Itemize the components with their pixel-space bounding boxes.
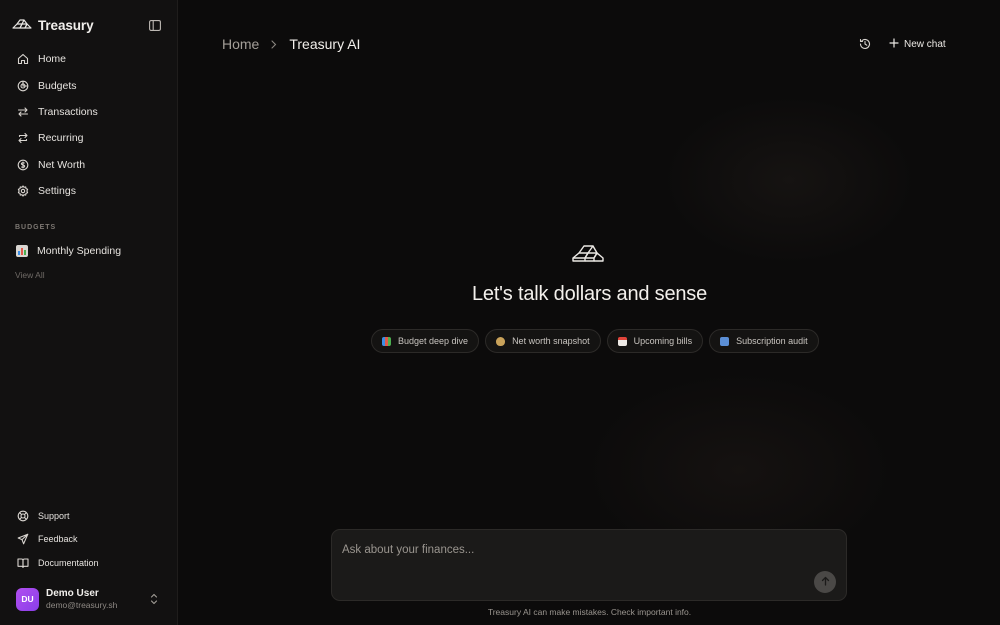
budget-item-label: Monthly Spending <box>37 245 122 257</box>
chip-label: Budget deep dive <box>398 336 469 346</box>
user-menu[interactable]: DU Demo User demo@treasury.sh <box>10 584 168 614</box>
user-email: demo@treasury.sh <box>46 600 118 610</box>
chat-composer <box>331 529 847 601</box>
nav-item-label: Documentation <box>38 557 99 568</box>
nav-item-documentation[interactable]: Documentation <box>10 551 168 575</box>
user-name: Demo User <box>46 588 99 599</box>
chip-budget-deep-dive[interactable]: Budget deep dive <box>371 329 480 353</box>
new-chat-button[interactable]: New chat <box>889 36 946 52</box>
sidebar: Treasury Home Budgets Transactions Recur… <box>0 0 178 625</box>
gear-icon <box>16 184 30 198</box>
chip-subscription-audit[interactable]: Subscription audit <box>709 329 819 353</box>
budgets-section-label: BUDGETS <box>15 224 57 231</box>
plus-icon <box>889 37 899 51</box>
disclaimer: Treasury AI can make mistakes. Check imp… <box>487 607 692 617</box>
nav-item-recurring[interactable]: Recurring <box>10 125 168 151</box>
repeat-icon <box>16 131 30 145</box>
arrow-up-icon <box>821 573 830 591</box>
brand-name: Treasury <box>38 17 94 33</box>
suggestion-chips: Budget deep dive Net worth snapshot Upco… <box>371 329 819 353</box>
view-all-link[interactable]: View All <box>15 270 45 280</box>
chevron-up-down-icon <box>148 592 160 606</box>
home-icon <box>16 52 30 66</box>
gold-bars-icon <box>571 241 607 267</box>
bar-chart-emoji-icon <box>16 245 28 257</box>
hero-title: Let's talk dollars and sense <box>471 283 708 305</box>
lifebuoy-icon <box>16 509 30 523</box>
calendar-emoji-icon <box>617 336 627 346</box>
nav-item-budgets[interactable]: Budgets <box>10 72 168 98</box>
nav-item-label: Settings <box>38 185 76 198</box>
repeat-emoji-icon <box>720 336 730 346</box>
book-icon <box>16 556 30 570</box>
pie-chart-icon <box>16 79 30 93</box>
nav-item-label: Feedback <box>38 534 78 545</box>
new-chat-label: New chat <box>904 38 946 50</box>
nav-item-label: Budgets <box>38 79 77 92</box>
nav-item-net-worth[interactable]: Net Worth <box>10 152 168 178</box>
main-panel: Home Treasury AI New chat Let's talk dol… <box>179 0 1000 625</box>
chip-label: Upcoming bills <box>633 336 693 346</box>
chat-input[interactable] <box>342 541 792 559</box>
nav-item-settings[interactable]: Settings <box>10 178 168 204</box>
nav-item-label: Net Worth <box>38 158 86 171</box>
send-icon <box>16 532 30 546</box>
bar-chart-emoji-icon <box>382 336 391 346</box>
dollar-circle-icon <box>16 158 30 172</box>
main-nav: Home Budgets Transactions Recurring Net … <box>10 46 168 204</box>
nav-item-home[interactable]: Home <box>10 46 168 72</box>
nav-item-feedback[interactable]: Feedback <box>10 528 168 552</box>
sidebar-toggle-icon[interactable] <box>147 17 163 33</box>
gold-bars-logo-icon <box>12 15 32 35</box>
brand[interactable]: Treasury <box>12 14 94 36</box>
chevron-right-icon <box>267 39 281 49</box>
nav-item-label: Transactions <box>38 105 98 118</box>
nav-item-transactions[interactable]: Transactions <box>10 99 168 125</box>
chip-upcoming-bills[interactable]: Upcoming bills <box>606 329 704 353</box>
arrows-icon <box>16 105 30 119</box>
budget-item-monthly-spending[interactable]: Monthly Spending <box>10 241 168 261</box>
chip-label: Net worth snapshot <box>512 336 590 346</box>
breadcrumb-home[interactable]: Home <box>222 36 259 52</box>
nav-item-label: Home <box>38 53 67 66</box>
nav-item-label: Recurring <box>38 132 84 145</box>
nav-item-label: Support <box>38 510 70 521</box>
user-info: Demo User demo@treasury.sh <box>46 588 117 610</box>
history-icon[interactable] <box>858 37 872 51</box>
send-button[interactable] <box>814 571 836 593</box>
breadcrumb: Home Treasury AI <box>222 36 360 52</box>
chip-label: Subscription audit <box>736 336 808 346</box>
nav-item-support[interactable]: Support <box>10 504 168 528</box>
breadcrumb-current: Treasury AI <box>289 36 361 52</box>
bottom-nav: Support Feedback Documentation <box>10 504 168 575</box>
avatar: DU <box>16 587 39 611</box>
money-bag-emoji-icon <box>496 336 506 346</box>
chip-net-worth-snapshot[interactable]: Net worth snapshot <box>485 329 601 353</box>
